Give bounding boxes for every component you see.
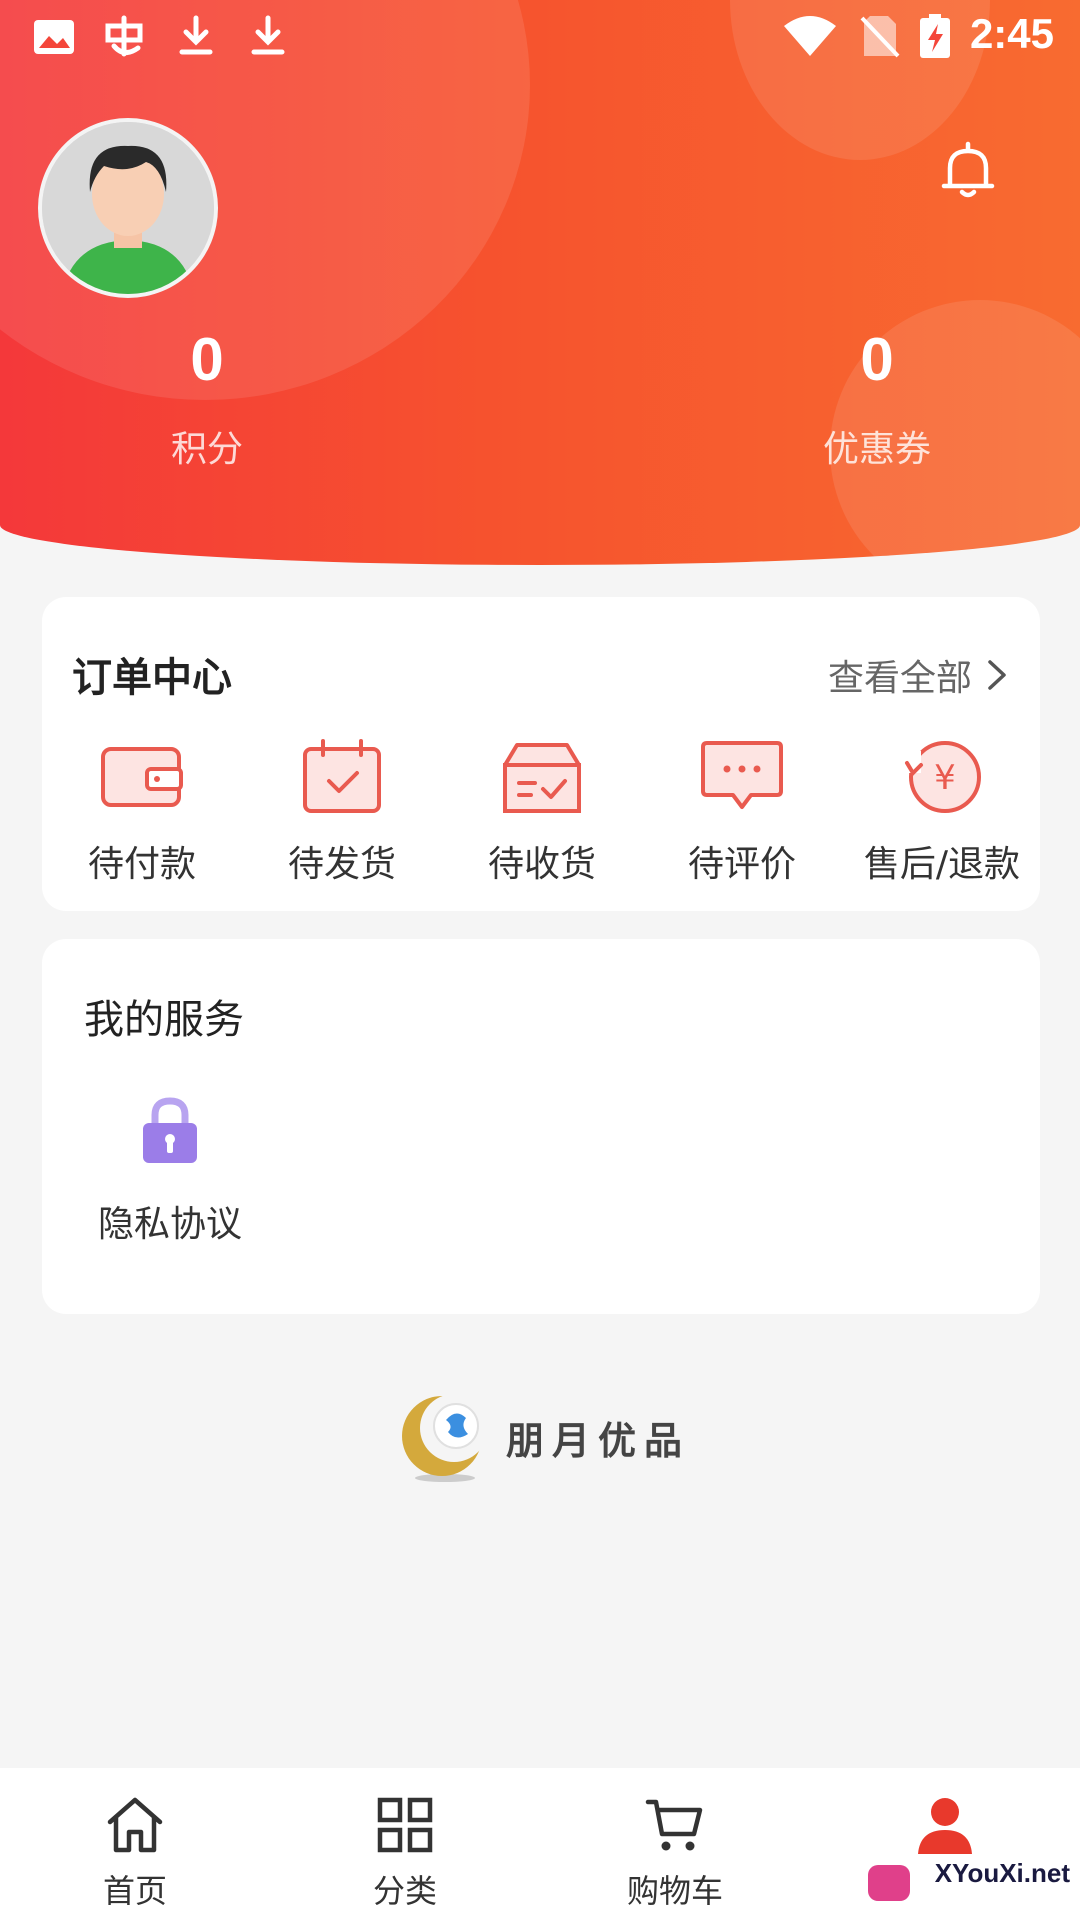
lock-icon [143,1097,197,1163]
cart-icon [645,1799,703,1851]
refund-yen-icon: ¥ [901,741,981,813]
status-time: 2:45 [969,10,1054,57]
no-sim-icon [860,16,900,58]
nav-cart[interactable]: 购物车 [540,1768,810,1920]
nav-category[interactable]: 分类 [270,1768,540,1920]
bottom-navigation: 首页 分类 购物车 [0,1768,1080,1920]
my-services-card: 我的服务 隐私协议 [42,939,1040,1314]
nav-label: 分类 [372,1872,437,1910]
chevron-right-icon [988,660,1006,690]
nav-home[interactable]: 首页 [0,1768,270,1920]
service-label: 隐私协议 [97,1204,242,1245]
coupons-value[interactable]: 0 [777,325,977,394]
points-value[interactable]: 0 [107,325,307,394]
order-pending-review[interactable]: 待评价 [642,737,842,887]
box-check-icon [503,743,581,813]
image-icon [34,20,74,54]
bell-icon[interactable] [938,140,998,202]
watermark-gamepad-icon [868,1865,910,1901]
user-icon [918,1798,972,1854]
order-label: 待收货 [487,844,596,885]
points-label[interactable]: 积分 [107,420,307,472]
order-center-card: 订单中心 查看全部 待付款 待发货 待收货 待评价 ¥ 售后/退款 [42,597,1040,911]
avatar-image [42,122,214,294]
view-all-label: 查看全部 [827,658,972,699]
order-center-title: 订单中心 [72,655,232,701]
download-icon [179,15,213,55]
order-pending-shipment[interactable]: 待发货 [242,737,442,887]
app-icon [105,15,143,57]
order-pending-receipt[interactable]: 待收货 [442,737,642,887]
order-label: 待发货 [287,844,396,885]
my-services-title: 我的服务 [84,997,244,1043]
brand-name: 朋月优品 [506,1418,691,1463]
grid-icon [377,1797,433,1853]
status-bar: 2:45 [0,0,1080,76]
coupons-label[interactable]: 优惠券 [777,420,977,472]
nav-label: 首页 [102,1872,167,1910]
calendar-check-icon [303,739,381,813]
svg-text:¥: ¥ [934,758,956,798]
order-label: 售后/退款 [863,844,1021,885]
order-label: 待评价 [687,844,796,885]
nav-label: 购物车 [626,1872,723,1910]
service-privacy-policy[interactable]: 隐私协议 [80,1095,260,1247]
download-icon [251,15,285,55]
avatar[interactable] [38,118,218,298]
order-pending-payment[interactable]: 待付款 [42,737,242,887]
brand-moon-logo [402,1394,488,1482]
watermark-text: XYouXi.net [934,1858,1070,1888]
order-label: 待付款 [87,844,196,885]
wallet-icon [101,747,183,807]
order-after-sales[interactable]: ¥ 售后/退款 [842,737,1042,887]
brand-logo-row: 朋月优品 [398,1390,690,1484]
view-all-orders-link[interactable]: 查看全部 [828,649,1008,701]
chat-bubble-icon [701,741,783,809]
wifi-icon [784,16,836,56]
profile-header: 2:45 0 积分 0 优惠券 [0,0,1080,565]
battery-charging-icon [920,14,950,58]
nav-profile[interactable] [810,1768,1080,1920]
home-icon [107,1797,163,1853]
